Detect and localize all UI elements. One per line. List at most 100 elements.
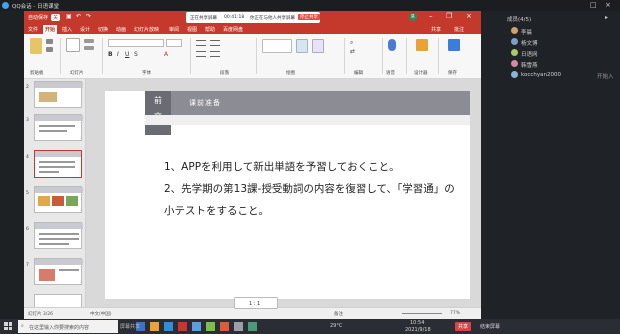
member-name[interactable]: 杨文博 <box>521 39 538 47</box>
numbering-icon[interactable] <box>210 40 220 46</box>
dictate-icon[interactable] <box>388 39 396 51</box>
save-to-cloud-icon[interactable] <box>448 39 460 51</box>
group-voice: 语音 <box>386 71 395 76</box>
windows-start-icon[interactable] <box>4 322 12 330</box>
tab-insert[interactable]: 插入 <box>62 26 72 33</box>
taskbar-time[interactable]: 10:54 <box>410 320 424 326</box>
find-icon[interactable]: ⌕ <box>350 39 353 47</box>
thumbnail-4-selected[interactable] <box>34 150 82 178</box>
thumbnail-8[interactable] <box>34 294 82 307</box>
arrange-icon[interactable] <box>296 39 308 53</box>
replace-icon[interactable]: ⇄ <box>350 48 355 55</box>
member-status: 开始入 <box>597 74 614 80</box>
weather-label[interactable]: 29°C <box>330 323 342 329</box>
taskbar-app-icon[interactable] <box>248 322 257 331</box>
thumb-number: 6 <box>26 227 29 232</box>
taskbar-powerpoint-icon[interactable] <box>178 322 187 331</box>
group-designer: 设计器 <box>414 71 428 76</box>
taskbar-search-box[interactable]: ⌕ 在这里输入你要搜索的内容 <box>18 320 118 333</box>
redo-icon[interactable]: ↷ <box>86 13 91 20</box>
slide-tag-line1: 前 <box>154 96 162 105</box>
layout-icon[interactable] <box>84 39 94 43</box>
font-color-icon[interactable]: A <box>164 51 168 58</box>
avatar <box>511 60 518 67</box>
thumb-number: 4 <box>26 155 29 160</box>
maximize-icon[interactable]: □ <box>590 1 597 9</box>
member-name[interactable]: kocchyan2000 <box>521 72 561 78</box>
new-slide-icon[interactable] <box>66 38 80 52</box>
reset-icon[interactable] <box>84 46 94 50</box>
qq-logo-icon <box>2 2 9 9</box>
notes-button[interactable]: 备注 <box>334 311 343 317</box>
stop-share-button[interactable]: 停止共享 <box>298 14 320 20</box>
thumbnail-6[interactable] <box>34 222 83 249</box>
close-icon[interactable]: × <box>605 1 611 9</box>
tab-review[interactable]: 审阅 <box>169 26 179 33</box>
cut-icon[interactable] <box>46 39 53 44</box>
shadow-icon[interactable]: S <box>134 51 138 58</box>
member-name[interactable]: 李晨 <box>521 28 532 36</box>
thumbnail-5[interactable] <box>34 186 83 213</box>
zoom-slider[interactable] <box>402 313 442 314</box>
taskbar-qq-icon[interactable] <box>192 322 201 331</box>
share-ratio-toggle[interactable]: 1 : 1 <box>234 297 278 309</box>
search-icon: ⌕ <box>21 323 24 329</box>
taskbar-app-icon[interactable] <box>220 322 229 331</box>
user-avatar[interactable]: R <box>409 13 417 21</box>
tab-transitions[interactable]: 切换 <box>98 26 108 33</box>
share-button[interactable]: 共享 <box>431 26 441 33</box>
taskbar-date[interactable]: 2021/9/18 <box>405 327 431 333</box>
end-share-label[interactable]: 结束屏幕 <box>480 323 500 330</box>
taskbar-app-icon[interactable] <box>206 322 215 331</box>
underline-icon[interactable]: U <box>125 51 129 58</box>
group-drawing: 绘图 <box>286 71 295 76</box>
thumbnail-2[interactable] <box>34 81 83 108</box>
align-left-icon[interactable] <box>196 51 206 57</box>
font-size-select[interactable] <box>166 39 182 47</box>
panel-collapse-icon[interactable]: ▸ <box>605 14 608 21</box>
tab-help[interactable]: 帮助 <box>205 26 215 33</box>
avatar <box>511 27 518 34</box>
undo-icon[interactable]: ↶ <box>76 13 81 20</box>
bullets-icon[interactable] <box>196 40 206 46</box>
share-button-taskbar[interactable]: 共享 <box>455 322 472 331</box>
share-notice: 你正在与他人共享屏幕 <box>250 16 295 21</box>
slide-thumbnails: 2 3 4 5 6 7 <box>24 79 86 307</box>
tab-design[interactable]: 设计 <box>80 26 90 33</box>
tab-slideshow[interactable]: 幻灯片放映 <box>134 26 159 33</box>
paste-icon[interactable] <box>30 38 42 54</box>
thumbnail-3[interactable] <box>34 114 83 141</box>
taskbar-app-icon[interactable] <box>234 322 243 331</box>
minimize-icon[interactable]: – <box>429 12 433 20</box>
thumbnail-7[interactable] <box>34 258 83 285</box>
taskbar-app-icon[interactable] <box>164 322 173 331</box>
share-notice-bar: 正在共享屏幕 00:41:18 你正在与他人共享屏幕 停止共享 <box>186 12 320 23</box>
shapes-gallery[interactable] <box>262 39 292 53</box>
italic-icon[interactable]: I <box>117 51 119 58</box>
autosave-toggle[interactable]: 关 <box>51 14 61 21</box>
copy-icon[interactable] <box>46 47 53 52</box>
group-font: 字体 <box>142 71 151 76</box>
font-name-select[interactable] <box>108 39 164 47</box>
save-icon[interactable]: ▣ <box>66 13 72 20</box>
tab-animations[interactable]: 动画 <box>116 26 126 33</box>
thumb-number: 7 <box>26 263 29 268</box>
ppt-close-icon[interactable]: × <box>466 12 472 20</box>
thumb-number: 2 <box>26 85 29 90</box>
designer-icon[interactable] <box>416 39 428 51</box>
quick-styles-icon[interactable] <box>312 39 324 53</box>
member-name[interactable]: 日语网 <box>521 50 538 58</box>
tab-baidu[interactable]: 百度网盘 <box>223 26 243 33</box>
slide-count: 幻灯片 3/26 <box>28 312 54 317</box>
zoom-level[interactable]: 77% <box>450 311 460 316</box>
taskbar-app-icon[interactable] <box>150 322 159 331</box>
align-center-icon[interactable] <box>210 51 220 57</box>
tab-file[interactable]: 文件 <box>28 26 38 33</box>
slide-line-1: 1、APPを利用して新出単語を予習しておくこと。 <box>164 161 400 173</box>
tab-view[interactable]: 视图 <box>187 26 197 33</box>
member-name[interactable]: 韩雪燕 <box>521 61 538 69</box>
restore-icon[interactable]: ❐ <box>446 12 452 20</box>
current-slide[interactable]: 前 文 课前准备 1、APPを利用して新出単語を予習しておくこと。 2、先学期の… <box>105 91 470 299</box>
bold-icon[interactable]: B <box>108 51 113 58</box>
comments-button[interactable]: 批注 <box>454 26 464 33</box>
